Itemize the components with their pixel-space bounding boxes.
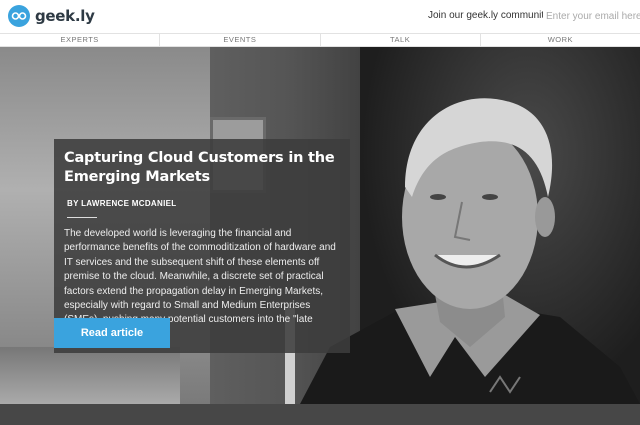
nav-item-talk[interactable]: TALK — [321, 34, 481, 46]
brand-name: geek.ly — [35, 7, 95, 25]
nav-item-events[interactable]: EVENTS — [160, 34, 321, 46]
join-community-label: Join our geek.ly community — [428, 10, 550, 21]
brand-logo[interactable]: geek.ly — [8, 5, 95, 27]
top-bar: geek.ly Join our geek.ly community — [0, 0, 640, 33]
main-nav: EXPERTS EVENTS TALK WORK — [0, 33, 640, 47]
nav-item-work[interactable]: WORK — [481, 34, 640, 46]
hero-image: Capturing Cloud Customers in the Emergin… — [0, 47, 640, 404]
divider — [67, 217, 97, 218]
read-article-button[interactable]: Read article — [54, 318, 170, 348]
footer-strip — [0, 404, 640, 425]
article-title[interactable]: Capturing Cloud Customers in the Emergin… — [64, 149, 340, 187]
nav-item-experts[interactable]: EXPERTS — [0, 34, 161, 46]
article-byline: BY LAWRENCE MCDANIEL — [67, 199, 177, 208]
glasses-icon — [8, 5, 30, 27]
email-input[interactable] — [543, 6, 640, 26]
